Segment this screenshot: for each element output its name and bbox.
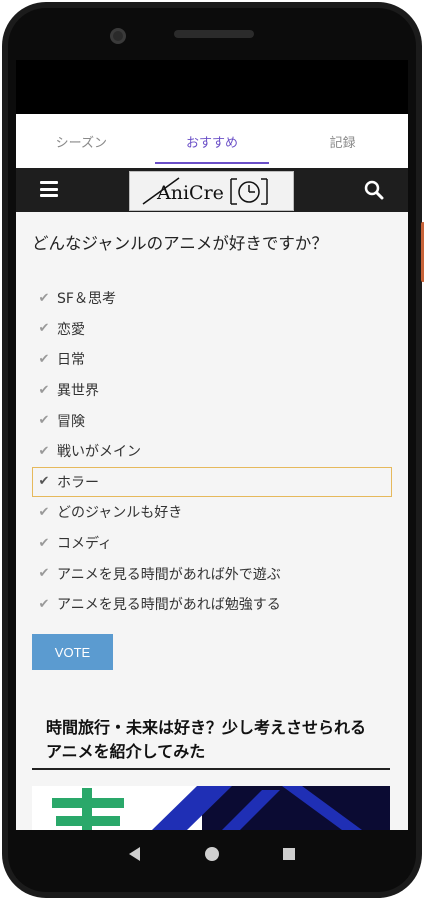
poll-option[interactable]: ✔ アニメを見る時間があれば勉強する <box>32 589 392 620</box>
poll-option[interactable]: ✔ コメディ <box>32 528 392 559</box>
poll-option-label: アニメを見る時間があれば勉強する <box>57 597 281 614</box>
hamburger-icon[interactable] <box>40 181 58 197</box>
tab-bar: シーズン おすすめ 記録 <box>16 114 408 168</box>
article-thumbnail[interactable] <box>32 786 390 830</box>
tab-record[interactable]: 記録 <box>277 114 408 168</box>
poll-content: どんなジャンルのアニメが好きですか？ ✔ SF＆思考 ✔ 恋愛 ✔ 日常 ✔ 異世界 ✔… <box>16 212 408 830</box>
poll-question: どんなジャンルのアニメが好きですか？ <box>32 234 328 253</box>
poll-option-label: 日常 <box>57 352 85 369</box>
poll-option[interactable]: ✔ 恋愛 <box>32 314 392 345</box>
check-icon: ✔ <box>38 382 50 398</box>
poll-option-label: ホラー <box>57 474 99 491</box>
home-circle-icon[interactable] <box>203 845 221 863</box>
svg-text:AniCre: AniCre <box>156 182 224 204</box>
poll-option[interactable]: ✔ 異世界 <box>32 375 392 406</box>
check-icon: ✔ <box>38 566 50 582</box>
check-icon: ✔ <box>38 351 50 367</box>
poll-option-label: 戦いがメイン <box>57 444 141 461</box>
back-triangle-icon[interactable] <box>126 845 144 863</box>
check-icon: ✔ <box>38 443 50 459</box>
tab-season-label: シーズン <box>55 135 108 151</box>
system-nav-bar <box>16 830 408 878</box>
poll-option[interactable]: ✔ 戦いがメイン <box>32 436 392 467</box>
poll-option[interactable]: ✔ 日常 <box>32 344 392 375</box>
tab-record-label: 記録 <box>329 135 356 151</box>
check-icon: ✔ <box>38 321 50 337</box>
app-header: AniCre <box>16 168 408 212</box>
tab-season[interactable]: シーズン <box>16 114 147 168</box>
front-camera <box>110 28 126 44</box>
poll-option-label: 異世界 <box>57 383 99 400</box>
tab-recommended-label: おすすめ <box>186 135 239 151</box>
poll-option-label: 恋愛 <box>57 321 85 338</box>
article-divider <box>32 768 390 770</box>
poll-option-label: どのジャンルも好き <box>57 505 183 522</box>
poll-option-label: SF＆思考 <box>57 291 116 308</box>
check-icon: ✔ <box>38 474 50 490</box>
poll-option-selected[interactable]: ✔ ホラー <box>32 466 392 498</box>
search-icon[interactable] <box>364 180 384 200</box>
tab-recommended[interactable]: おすすめ <box>147 114 278 168</box>
poll-option[interactable]: ✔ 冒険 <box>32 405 392 436</box>
anicre-logo[interactable]: AniCre <box>129 171 294 211</box>
poll-options: ✔ SF＆思考 ✔ 恋愛 ✔ 日常 ✔ 異世界 ✔ 冒険 ✔ 戦いがメイン ✔ ホラー ✔ どの… <box>32 283 392 620</box>
poll-option[interactable]: ✔ どのジャンルも好き <box>32 497 392 528</box>
recents-square-icon[interactable] <box>280 845 298 863</box>
article-title[interactable]: 時間旅行・未来は好き？少し考えさせられるアニメを紹介してみた <box>32 716 390 764</box>
status-bar <box>16 60 408 114</box>
earpiece-speaker <box>174 30 254 38</box>
poll-option-label: アニメを見る時間があれば外で遊ぶ <box>57 566 281 583</box>
logo-icon: AniCre <box>142 177 268 205</box>
poll-option[interactable]: ✔ SF＆思考 <box>32 283 392 314</box>
poll-option-label: 冒険 <box>57 413 85 430</box>
check-icon: ✔ <box>38 290 50 306</box>
poll-option-label: コメディ <box>57 536 113 553</box>
poll-option[interactable]: ✔ アニメを見る時間があれば外で遊ぶ <box>32 558 392 589</box>
app-screen: シーズン おすすめ 記録 AniCre どんなジャンルのアニメが好きですか？ ✔… <box>16 60 408 830</box>
vote-button[interactable]: VOTE <box>32 634 113 670</box>
check-icon: ✔ <box>38 535 50 551</box>
check-icon: ✔ <box>38 504 50 520</box>
check-icon: ✔ <box>38 413 50 429</box>
check-icon: ✔ <box>38 596 50 612</box>
